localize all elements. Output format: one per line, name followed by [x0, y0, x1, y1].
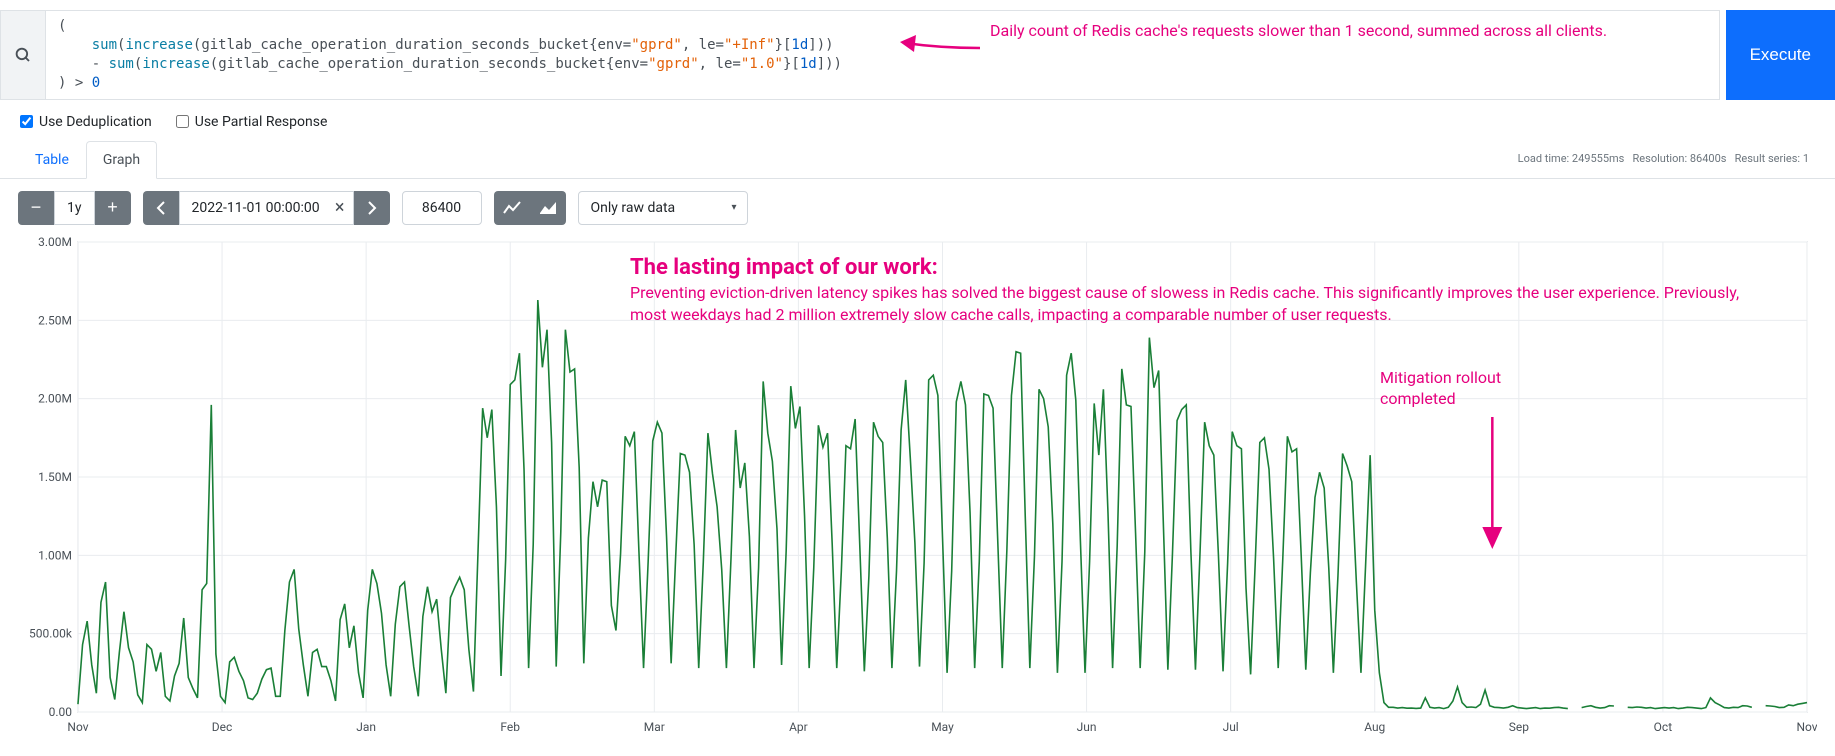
execute-button[interactable]: Execute [1726, 10, 1835, 100]
svg-text:Nov: Nov [1796, 720, 1817, 734]
svg-text:Oct: Oct [1654, 720, 1673, 734]
svg-text:0.00: 0.00 [49, 705, 73, 719]
query-stats: Load time: 249555ms Resolution: 86400s R… [1518, 140, 1817, 178]
tab-graph[interactable]: Graph [86, 141, 157, 179]
svg-text:Feb: Feb [500, 720, 520, 734]
svg-text:Dec: Dec [212, 720, 232, 734]
chart-mode-control [494, 191, 566, 225]
range-minus-button[interactable]: − [18, 191, 54, 225]
date-prev-button[interactable] [143, 191, 179, 225]
svg-text:Jan: Jan [356, 720, 376, 734]
svg-text:2.50M: 2.50M [38, 313, 72, 327]
chart[interactable]: 0.00 500.00k 1.00M 1.50M 2.00M 2.50M 3.00M Nov D… [18, 237, 1817, 737]
data-mode-select[interactable]: Only raw data [578, 191, 748, 225]
svg-text:1.50M: 1.50M [38, 470, 72, 484]
tab-table[interactable]: Table [18, 141, 86, 179]
svg-text:Nov: Nov [67, 720, 88, 734]
date-input[interactable]: 2022-11-01 00:00:00 × [179, 191, 354, 225]
svg-text:2.00M: 2.00M [38, 391, 72, 405]
svg-text:Jun: Jun [1077, 720, 1097, 734]
step-input[interactable]: 86400 [402, 191, 482, 225]
svg-text:500.00k: 500.00k [29, 626, 73, 640]
svg-text:Mar: Mar [644, 720, 665, 734]
range-value: 1y [54, 191, 95, 225]
svg-text:1.00M: 1.00M [38, 548, 72, 562]
svg-text:Apr: Apr [789, 720, 808, 734]
query-input[interactable]: ( sum(increase(gitlab_cache_operation_du… [45, 10, 1720, 100]
range-plus-button[interactable]: + [95, 191, 131, 225]
search-icon [0, 10, 45, 100]
arrow-icon [900, 28, 990, 68]
use-partial-checkbox[interactable]: Use Partial Response [176, 114, 328, 130]
svg-text:Aug: Aug [1364, 720, 1385, 734]
date-control: 2022-11-01 00:00:00 × [143, 191, 390, 225]
svg-text:3.00M: 3.00M [38, 237, 72, 249]
area-chart-icon[interactable] [530, 191, 566, 225]
date-next-button[interactable] [354, 191, 390, 225]
line-chart-icon[interactable] [494, 191, 530, 225]
svg-text:Jul: Jul [1223, 720, 1239, 734]
use-dedup-checkbox[interactable]: Use Deduplication [20, 114, 152, 130]
close-icon[interactable]: × [335, 197, 345, 218]
svg-text:May: May [931, 720, 954, 734]
svg-text:Sep: Sep [1509, 720, 1529, 734]
range-control: − 1y + [18, 191, 131, 225]
